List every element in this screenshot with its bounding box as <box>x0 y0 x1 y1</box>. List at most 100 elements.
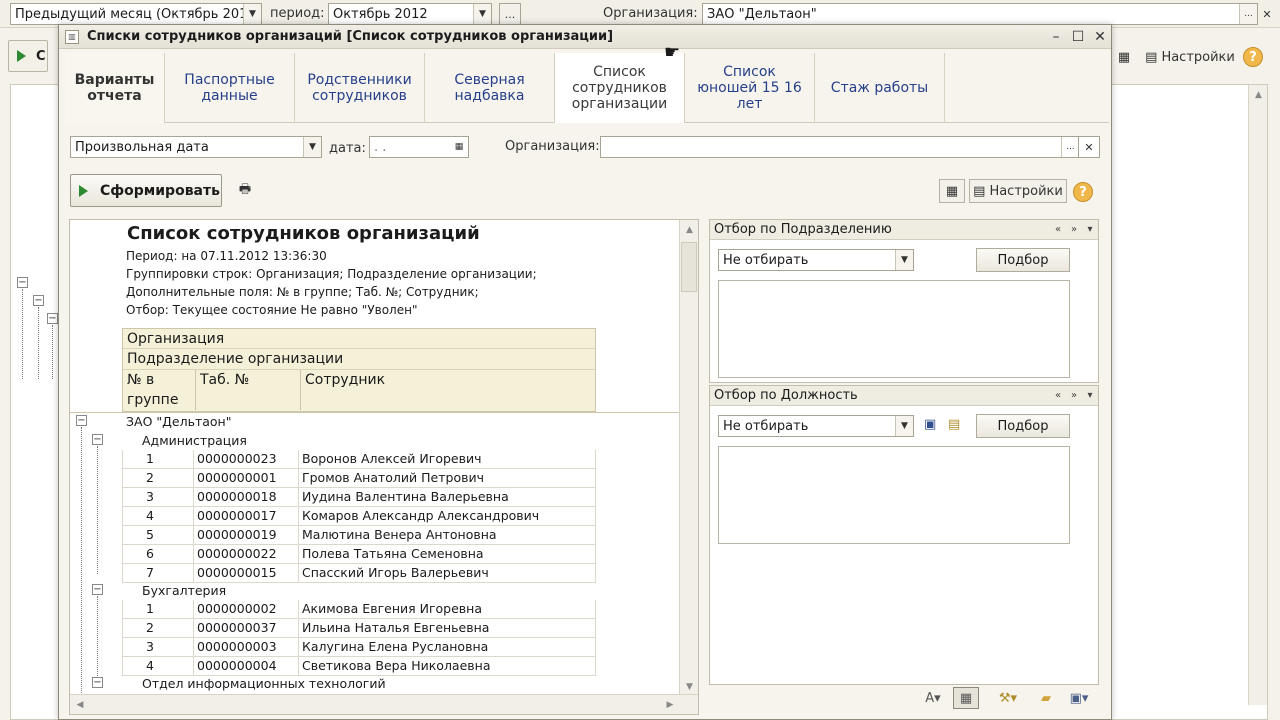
minimize-icon[interactable]: – <box>1045 28 1067 46</box>
table-row[interactable]: 7 0000000015 Спасский Игорь Валерьевич <box>122 564 596 583</box>
date-input[interactable]: . . ▦ <box>369 136 469 158</box>
row-num: 5 <box>122 526 194 545</box>
save-icon[interactable]: ▣▾ <box>1063 687 1095 709</box>
tree-line <box>97 446 98 574</box>
table-row[interactable]: 2 0000000037 Ильина Наталья Евгеньевна <box>122 619 596 638</box>
help-icon[interactable]: ? <box>1073 182 1093 202</box>
maximize-icon[interactable]: ☐ <box>1067 28 1089 46</box>
tab-young-men-list[interactable]: Список юношей 15 16 лет <box>685 53 815 123</box>
table-row[interactable]: 3 0000000003 Калугина Елена Руслановна <box>122 638 596 657</box>
scroll-up-icon[interactable]: ▲ <box>1249 85 1268 104</box>
close-icon[interactable]: ✕ <box>1089 28 1111 46</box>
ellipsis-icon[interactable]: ... <box>1061 137 1079 157</box>
dept-group-row[interactable]: Бухгалтерия <box>142 583 226 598</box>
bg-help-icon[interactable]: ? <box>1243 47 1263 67</box>
tab-north-allowance[interactable]: Северная надбавка <box>425 53 555 123</box>
dept-group-row[interactable]: Отдел информационных технологий <box>142 676 386 691</box>
row-employee: Громов Анатолий Петрович <box>299 469 596 488</box>
tab-employee-list[interactable]: Список сотрудников организации <box>555 53 685 123</box>
chevron-down-icon[interactable]: ▼ <box>473 4 491 24</box>
next-icon[interactable]: » <box>1066 390 1082 401</box>
prev-icon[interactable]: « <box>1050 390 1066 401</box>
dept-filter-list[interactable] <box>718 280 1070 378</box>
position-filter-list[interactable] <box>718 446 1070 544</box>
date-mode-combo[interactable]: Произвольная дата ▼ <box>70 136 322 158</box>
tab-passport-data[interactable]: Паспортные данные <box>165 53 295 123</box>
bg-period-value-combo[interactable]: Октябрь 2012 ▼ <box>328 3 492 25</box>
scroll-up-icon[interactable]: ▲ <box>680 220 698 239</box>
wrench-icon[interactable]: ⚒▾ <box>993 687 1023 709</box>
bg-period-select-button[interactable]: ... <box>499 3 521 25</box>
org-group-row[interactable]: ЗАО "Дельтаон" <box>126 414 231 429</box>
save-filter-icon[interactable]: ▣ <box>924 417 936 432</box>
form-report-button[interactable]: Сформировать <box>70 174 222 207</box>
prev-icon[interactable]: « <box>1050 224 1066 235</box>
text-format-icon[interactable]: A▾ <box>919 687 947 709</box>
header-num-label: № в группе <box>127 372 179 408</box>
tab-work-experience[interactable]: Стаж работы <box>815 53 945 123</box>
org-label: Организация: <box>505 139 600 154</box>
dept-select-button[interactable]: Подбор <box>976 248 1070 272</box>
report-sheet[interactable]: Список сотрудников организаций Период: н… <box>69 219 699 715</box>
bg-period-combo[interactable]: Предыдущий месяц (Октябрь 2012 ▼ <box>10 3 262 25</box>
chevron-down-icon[interactable]: ▼ <box>895 416 913 436</box>
scroll-right-icon[interactable]: ▶ <box>660 695 680 714</box>
position-filter-mode-combo[interactable]: Не отбирать ▼ <box>718 415 914 437</box>
tree-collapse-icon[interactable]: − <box>76 415 87 426</box>
bg-form-button[interactable]: С <box>8 40 48 72</box>
table-row[interactable]: 1 0000000023 Воронов Алексей Игоревич <box>122 450 596 469</box>
dept-filter-header: Отбор по Подразделению « » ▾ <box>710 220 1098 240</box>
table-row[interactable]: 4 0000000004 Светикова Вера Николаевна <box>122 657 596 676</box>
chevron-down-icon[interactable]: ▼ <box>243 4 261 24</box>
table-row[interactable]: 5 0000000019 Малютина Венера Антоновна <box>122 526 596 545</box>
bg-period-combo-value: Предыдущий месяц (Октябрь 2012 <box>15 6 243 22</box>
tree-collapse-icon[interactable]: − <box>92 434 103 445</box>
tree-collapse-icon[interactable]: − <box>92 677 103 688</box>
table-view-icon[interactable]: ▦ <box>953 687 979 709</box>
dept-filter-mode-combo[interactable]: Не отбирать ▼ <box>718 249 914 271</box>
row-num: 2 <box>122 469 194 488</box>
table-row[interactable]: 2 0000000001 Громов Анатолий Петрович <box>122 469 596 488</box>
table-row[interactable]: 1 0000000002 Акимова Евгения Игоревна <box>122 600 596 619</box>
bg-scrollbar[interactable]: ▲ <box>1248 85 1267 705</box>
tree-collapse-icon[interactable]: − <box>92 584 103 595</box>
layout-toggle-icon[interactable]: ▦ <box>939 179 965 203</box>
next-icon[interactable]: » <box>1066 224 1082 235</box>
bg-settings-button[interactable]: ▤ Настройки <box>1142 45 1238 69</box>
scroll-thumb[interactable] <box>681 242 697 292</box>
tab-relatives[interactable]: Родственники сотрудников <box>295 53 425 123</box>
report-vertical-scrollbar[interactable]: ▲ ▼ <box>679 220 698 696</box>
dept-group-row[interactable]: Администрация <box>142 433 247 448</box>
menu-dropdown-icon[interactable]: ▾ <box>1082 390 1098 401</box>
bg-layout-button[interactable]: ▦ <box>1113 45 1135 69</box>
tab-report-variants[interactable]: Варианты отчета <box>65 53 165 123</box>
settings-button[interactable]: ▤ Настройки <box>969 179 1067 203</box>
calendar-icon[interactable]: ▦ <box>450 137 468 157</box>
ellipsis-icon[interactable]: ... <box>1239 4 1257 24</box>
position-select-button[interactable]: Подбор <box>976 414 1070 438</box>
header-tab-label: Таб. № <box>200 372 250 388</box>
scroll-left-icon[interactable]: ◀ <box>70 695 90 714</box>
table-row[interactable]: 3 0000000018 Иудина Валентина Валерьевна <box>122 488 596 507</box>
menu-dropdown-icon[interactable]: ▾ <box>1082 224 1098 235</box>
chevron-down-icon[interactable]: ▼ <box>303 137 321 157</box>
bg-org-clear-button[interactable]: ✕ <box>1256 3 1278 25</box>
table-row[interactable]: 6 0000000022 Полева Татьяна Семеновна <box>122 545 596 564</box>
table-row[interactable]: 4 0000000017 Комаров Александр Александров… <box>122 507 596 526</box>
org-field[interactable]: ... <box>600 136 1080 158</box>
tree-collapse-icon[interactable]: − <box>47 313 58 324</box>
bg-org-field[interactable]: ЗАО "Дельтаон" ... <box>702 3 1258 25</box>
folder-icon[interactable]: ▰ <box>1035 687 1057 709</box>
hand-cursor-icon: ☛ <box>664 42 681 63</box>
tree-collapse-icon[interactable]: − <box>17 277 28 288</box>
tree-collapse-icon[interactable]: − <box>33 295 44 306</box>
report-horizontal-scrollbar[interactable]: ◀ ▶ <box>70 694 698 714</box>
org-clear-icon[interactable]: ✕ <box>1078 136 1100 158</box>
window-titlebar[interactable]: ▥ Списки сотрудников организаций [Список… <box>59 25 1111 49</box>
report-extra-fields: Дополнительные поля: № в группе; Таб. №;… <box>126 285 479 299</box>
chevron-down-icon[interactable]: ▼ <box>895 250 913 270</box>
load-filter-icon[interactable]: ▤ <box>948 417 960 432</box>
print-icon[interactable]: 🖶 <box>233 179 257 203</box>
header-dept: Подразделение организации <box>122 349 596 370</box>
row-num: 1 <box>122 450 194 469</box>
